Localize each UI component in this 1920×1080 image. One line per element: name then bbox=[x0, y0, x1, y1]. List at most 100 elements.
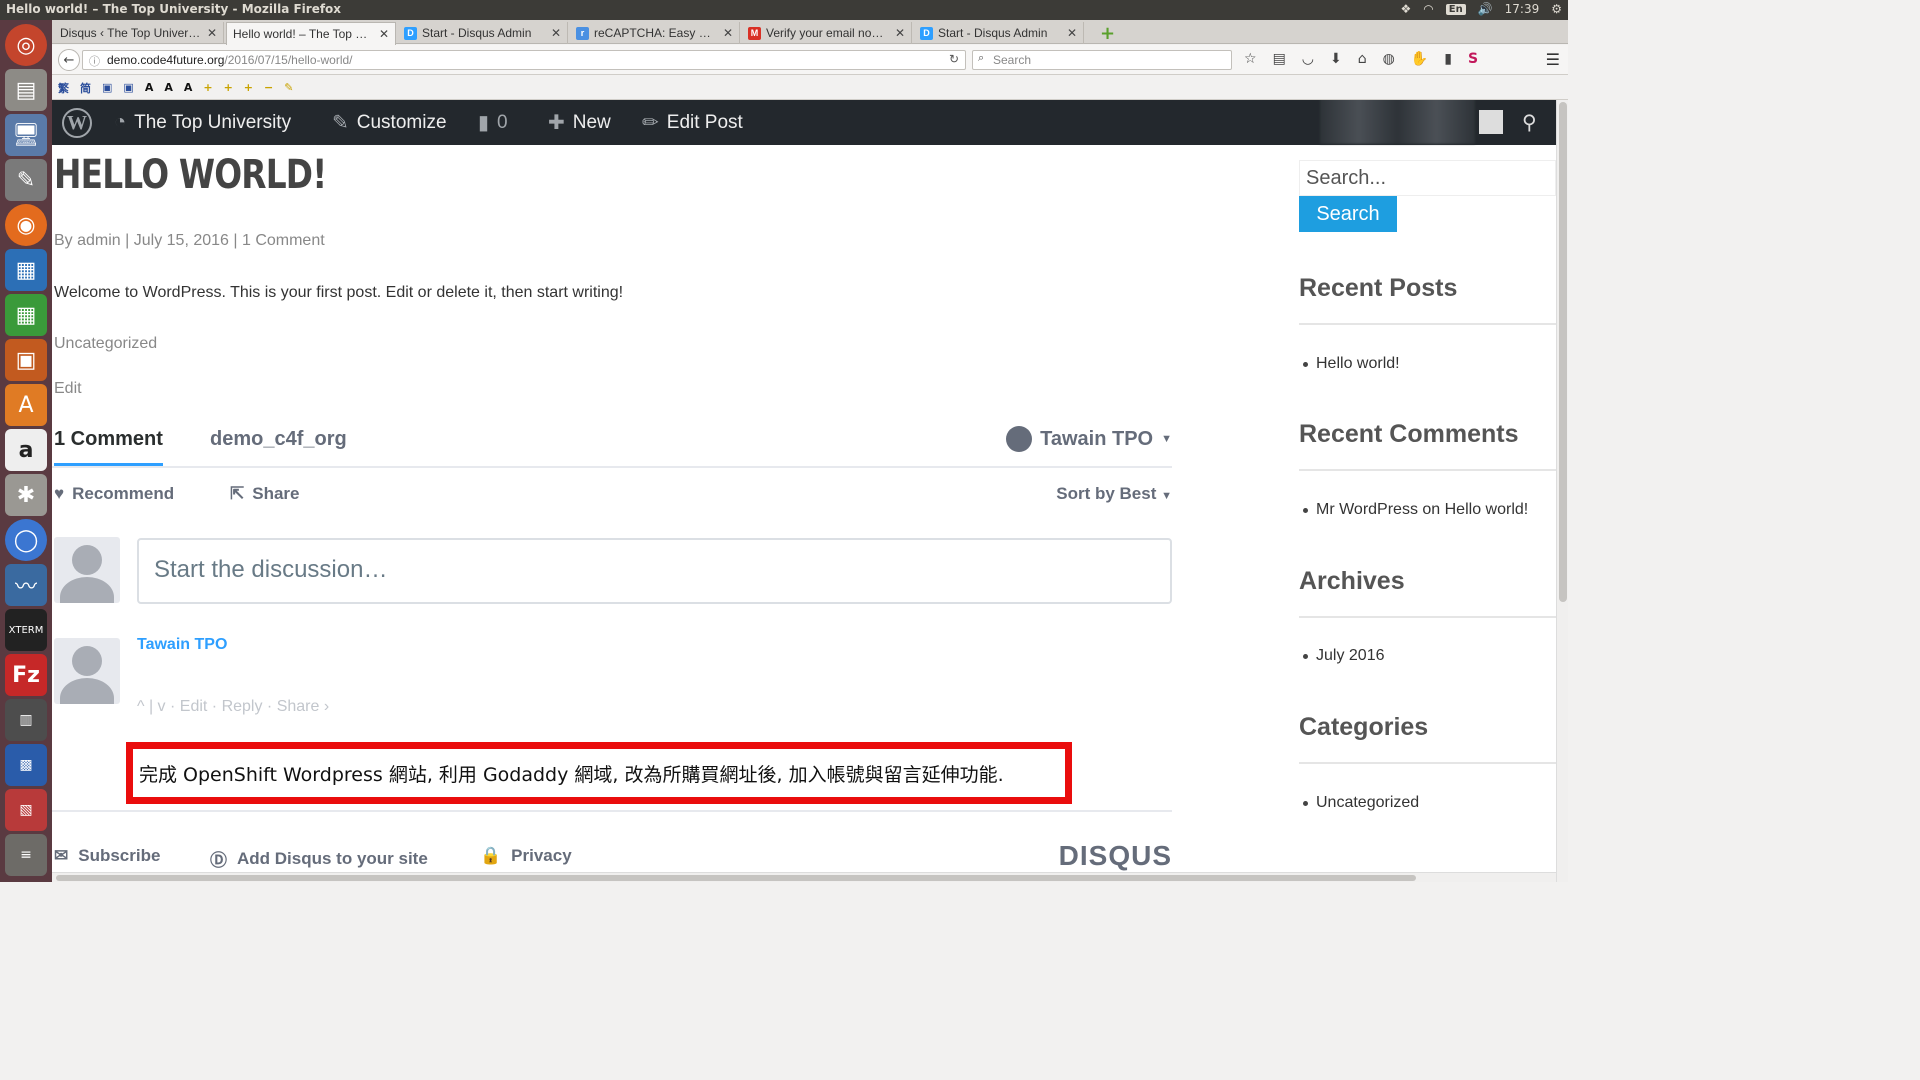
horizontal-scrollbar[interactable] bbox=[52, 872, 1556, 882]
add-disqus-link[interactable]: Ⓓ Add Disqus to your site bbox=[210, 846, 428, 871]
font-bold-icon[interactable]: A bbox=[184, 81, 193, 94]
admin-bar-site-name[interactable]: ◔ The Top University bbox=[114, 100, 291, 145]
ubuntu-dash-icon[interactable]: ◎ bbox=[5, 24, 47, 66]
archive-item[interactable]: July 2016 bbox=[1303, 647, 1385, 665]
tab-close-icon[interactable]: ✕ bbox=[723, 26, 733, 40]
tab-disqus-wp-admin[interactable]: Disqus ‹ The Top Univer… ✕ bbox=[54, 22, 224, 44]
workspaces-icon[interactable]: ≡ bbox=[5, 834, 47, 876]
tool-icon[interactable]: ✎ bbox=[284, 81, 293, 94]
system-monitor-icon[interactable]: 〰 bbox=[5, 564, 47, 606]
amazon-icon[interactable]: a bbox=[5, 429, 47, 471]
zoom-reset-icon[interactable]: + bbox=[244, 81, 253, 94]
tab-verify-email[interactable]: M Verify your email no… ✕ bbox=[742, 22, 912, 44]
zoom-custom-icon[interactable]: + bbox=[224, 81, 233, 94]
volume-icon[interactable]: 🔊 bbox=[1478, 2, 1493, 16]
libreoffice-calc-icon[interactable]: ▦ bbox=[5, 294, 47, 336]
vertical-scrollbar[interactable] bbox=[1556, 100, 1568, 882]
firefox-icon[interactable]: ◉ bbox=[5, 204, 47, 246]
sidebar-search-button[interactable]: Search bbox=[1299, 196, 1397, 232]
disqus-logo[interactable]: DISQUS bbox=[1059, 840, 1172, 872]
admin-bar-comments[interactable]: ▮ 0 bbox=[478, 100, 508, 145]
share-button[interactable]: ⇱ Share bbox=[230, 484, 300, 504]
wordpress-logo-icon[interactable]: W bbox=[62, 108, 92, 138]
addon-icon-4[interactable]: ▣ bbox=[123, 81, 133, 94]
tab-disqus-admin-2[interactable]: D Start - Disqus Admin ✕ bbox=[914, 22, 1084, 44]
clock[interactable]: 17:39 bbox=[1505, 2, 1540, 16]
addon-icon-3[interactable]: ▣ bbox=[102, 81, 112, 94]
blurred-username[interactable] bbox=[1320, 100, 1475, 144]
url-domain: demo.code4future.org bbox=[107, 53, 225, 67]
admin-bar-edit-post[interactable]: ✏ Edit Post bbox=[642, 100, 743, 145]
tab-close-icon[interactable]: ✕ bbox=[1067, 26, 1077, 40]
font-size-icon[interactable]: A bbox=[145, 81, 154, 94]
commenter-avatar[interactable] bbox=[54, 638, 120, 704]
downloads-icon[interactable]: ⬇ bbox=[1330, 51, 1342, 67]
zoom-out-icon[interactable]: − bbox=[264, 81, 273, 94]
keyboard-layout-indicator[interactable]: En bbox=[1445, 3, 1466, 15]
system-settings-icon[interactable]: ✱ bbox=[5, 474, 47, 516]
disqus-user-menu[interactable]: Tawain TPO ▼ bbox=[1006, 426, 1172, 452]
admin-avatar[interactable] bbox=[1479, 110, 1503, 134]
extension-icon[interactable]: ✋ bbox=[1411, 51, 1428, 67]
sort-dropdown[interactable]: Sort by Best ▼ bbox=[1056, 484, 1172, 504]
chat-icon[interactable]: ◍ bbox=[1383, 51, 1395, 67]
tab-disqus-admin[interactable]: D Start - Disqus Admin ✕ bbox=[398, 22, 568, 44]
admin-search-icon[interactable]: ⚲ bbox=[1522, 110, 1537, 135]
comment-input[interactable]: Start the discussion… bbox=[137, 538, 1172, 604]
comment-actions[interactable]: ^ | v · Edit · Reply · Share › bbox=[137, 698, 329, 716]
window-title: Hello world! – The Top University - Mozi… bbox=[6, 2, 342, 16]
tab-hello-world[interactable]: Hello world! – The Top … ✕ bbox=[226, 22, 396, 45]
comment-author[interactable]: Tawain TPO bbox=[137, 636, 227, 654]
admin-bar-customize[interactable]: ✎ Customize bbox=[332, 100, 447, 145]
wifi-icon[interactable]: ◠ bbox=[1423, 2, 1433, 16]
filezilla-icon[interactable]: Fz bbox=[5, 654, 47, 696]
addon-icon-1[interactable]: 繁 bbox=[58, 80, 69, 96]
home-icon[interactable]: ⌂ bbox=[1358, 51, 1367, 67]
files-icon[interactable]: ▤ bbox=[5, 69, 47, 111]
settings-gear-icon[interactable]: ⚙ bbox=[1551, 2, 1562, 16]
reading-list-icon[interactable]: ▤ bbox=[1273, 51, 1286, 67]
app-icon-1[interactable]: ▥ bbox=[5, 699, 47, 741]
software-center-icon[interactable]: A bbox=[5, 384, 47, 426]
chromium-icon[interactable]: ◯ bbox=[5, 519, 47, 561]
app-icon-3[interactable]: ▧ bbox=[5, 789, 47, 831]
bookmark-star-icon[interactable]: ☆ bbox=[1244, 51, 1257, 67]
disqus-forum-tab[interactable]: demo_c4f_org bbox=[210, 428, 347, 451]
subscribe-link[interactable]: ✉ Subscribe bbox=[54, 846, 160, 866]
site-info-icon[interactable]: ⓘ bbox=[89, 53, 100, 69]
app-icon-2[interactable]: ▩ bbox=[5, 744, 47, 786]
tab-close-icon[interactable]: ✕ bbox=[379, 27, 389, 41]
tab-recaptcha[interactable]: r reCAPTCHA: Easy on… ✕ bbox=[570, 22, 740, 44]
disqus-comment-count-tab[interactable]: 1 Comment bbox=[54, 428, 163, 466]
post-edit-link[interactable]: Edit bbox=[54, 380, 82, 398]
category-item[interactable]: Uncategorized bbox=[1303, 794, 1419, 812]
recent-post-item[interactable]: Hello world! bbox=[1303, 355, 1400, 373]
dropbox-icon[interactable]: ❖ bbox=[1400, 2, 1411, 16]
zoom-in-icon[interactable]: + bbox=[203, 81, 212, 94]
sidebar-search-input[interactable]: Search... bbox=[1299, 160, 1556, 196]
tab-close-icon[interactable]: ✕ bbox=[207, 26, 217, 40]
post-category-link[interactable]: Uncategorized bbox=[54, 335, 157, 353]
clipboard-icon[interactable]: ▮ bbox=[1444, 51, 1452, 67]
tab-close-icon[interactable]: ✕ bbox=[551, 26, 561, 40]
reload-icon[interactable]: ↻ bbox=[949, 52, 959, 66]
privacy-link[interactable]: 🔒 Privacy bbox=[480, 846, 572, 866]
new-tab-plus-icon[interactable]: + bbox=[1100, 23, 1115, 44]
text-editor-icon[interactable]: ✎ bbox=[5, 159, 47, 201]
addon-icon-2[interactable]: 简 bbox=[80, 80, 91, 96]
libreoffice-impress-icon[interactable]: ▣ bbox=[5, 339, 47, 381]
font-size-down-icon[interactable]: A bbox=[164, 81, 173, 94]
recommend-button[interactable]: ♥ Recommend bbox=[54, 484, 174, 504]
recent-comment-item[interactable]: Mr WordPress on Hello world! bbox=[1303, 501, 1528, 519]
s-addon-icon[interactable]: S bbox=[1468, 51, 1478, 67]
xterm-icon[interactable]: XTERM bbox=[5, 609, 47, 651]
browser-search-input[interactable]: ⌕ Search bbox=[972, 50, 1232, 70]
hamburger-menu-icon[interactable]: ☰ bbox=[1546, 50, 1560, 69]
remote-desktop-icon[interactable]: 🖥 bbox=[5, 114, 47, 156]
admin-bar-new[interactable]: ✚ New bbox=[548, 100, 611, 145]
pocket-icon[interactable]: ◡ bbox=[1302, 51, 1314, 67]
tab-close-icon[interactable]: ✕ bbox=[895, 26, 905, 40]
url-bar[interactable]: ⓘ demo.code4future.org/2016/07/15/hello-… bbox=[82, 50, 966, 70]
back-arrow-icon[interactable]: ← bbox=[58, 49, 80, 71]
libreoffice-writer-icon[interactable]: ▦ bbox=[5, 249, 47, 291]
